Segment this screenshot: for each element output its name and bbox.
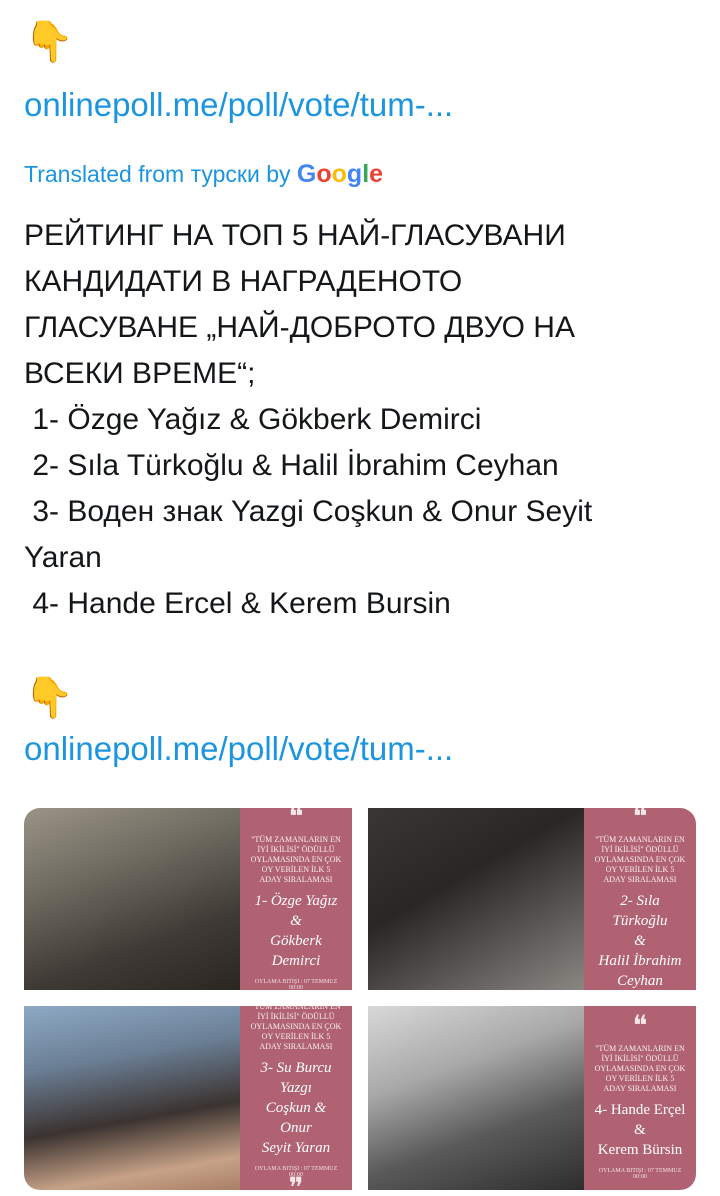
couple-photo — [368, 1006, 584, 1190]
translated-notice[interactable]: Translated from турски by Google — [24, 160, 383, 189]
card-candidate-name: 1- Özge Yağız & Gökberk Demirci — [254, 893, 338, 969]
google-letter: g — [346, 160, 363, 188]
quote-close-icon: ❞ — [288, 1173, 304, 1191]
media-image-1[interactable]: ❝ "TÜM ZAMANLARIN EN İYİ İKİLİSİ" ÖDÜLLÜ… — [24, 808, 352, 990]
couple-photo — [24, 1006, 240, 1190]
card-candidate-name: 3- Su Burcu Yazgı Coşkun & Onur Seyit Ya… — [260, 1060, 332, 1156]
card-caption: "TÜM ZAMANLARIN EN İYİ İKİLİSİ" ÖDÜLLÜ O… — [250, 835, 342, 884]
tweet-line: Yaran — [24, 541, 102, 574]
couple-photo — [368, 808, 584, 990]
tweet-line: КАНДИДАТИ В НАГРАДЕНОТО — [24, 265, 463, 298]
card-candidate-name: 2- Sıla Türkoğlu & Halil İbrahim Ceyhan — [598, 893, 682, 989]
card-candidate-name: 4- Hande Erçel & Kerem Bürsin — [594, 1102, 686, 1158]
couple-photo — [24, 808, 240, 990]
media-image-4[interactable]: ❝ "TÜM ZAMANLARIN EN İYİ İKİLİSİ" ÖDÜLLÜ… — [368, 1006, 696, 1190]
google-letter: o — [331, 160, 347, 188]
card-caption: "TÜM ZAMANLARIN EN İYİ İKİLİSİ" ÖDÜLLÜ O… — [594, 835, 686, 884]
card-footer: OYLAMA BITIŞI : 07 TEMMUZ 00:00 — [598, 1168, 682, 1180]
card-caption: "TÜM ZAMANLARIN EN İYİ İKİLİSİ" ÖDÜLLÜ O… — [250, 1006, 342, 1051]
google-letter: G — [296, 160, 317, 188]
tweet-line: 3- Воден знак Yazgi Coşkun & Onur Seyit — [24, 495, 593, 528]
tweet-line: 2- Sıla Türkoğlu & Halil İbrahim Ceyhan — [24, 449, 559, 482]
poll-card: ❝ "TÜM ZAMANLARIN EN İYİ İKİLİSİ" ÖDÜLLÜ… — [584, 808, 696, 990]
tweet-line: ГЛАСУВАНЕ „НАЙ-ДОБРОТО ДВУО НА — [24, 311, 575, 344]
google-letter: e — [369, 160, 384, 188]
tweet-line: ВСЕКИ ВРЕМЕ“; — [24, 357, 256, 390]
google-logo: Google — [297, 160, 383, 188]
poll-link[interactable]: onlinepoll.me/poll/vote/tum-... — [24, 86, 453, 124]
card-footer: OYLAMA BITIŞI : 07 TEMMUZ 00:00 — [254, 979, 338, 990]
media-image-2[interactable]: ❝ "TÜM ZAMANLARIN EN İYİ İKİLİSİ" ÖDÜLLÜ… — [368, 808, 696, 990]
pointing-down-emoji: 👇 — [24, 676, 74, 720]
poll-card: ❝ "TÜM ZAMANLARIN EN İYİ İKİLİSİ" ÖDÜLLÜ… — [584, 1006, 696, 1190]
tweet-line: РЕЙТИНГ НА ТОП 5 НАЙ-ГЛАСУВАНИ — [24, 219, 566, 252]
translated-label: Translated from турски by — [24, 161, 291, 187]
card-caption: "TÜM ZAMANLARIN EN İYİ İKİLİSİ" ÖDÜLLÜ O… — [594, 1044, 686, 1093]
media-image-3[interactable]: "TÜM ZAMANLARIN EN İYİ İKİLİSİ" ÖDÜLLÜ O… — [24, 1006, 352, 1190]
quote-open-icon: ❝ — [632, 1011, 648, 1042]
poll-card: ❝ "TÜM ZAMANLARIN EN İYİ İKİLİSİ" ÖDÜLLÜ… — [240, 808, 352, 990]
poll-card: "TÜM ZAMANLARIN EN İYİ İKİLİSİ" ÖDÜLLÜ O… — [240, 1006, 352, 1190]
quote-open-icon: ❝ — [632, 808, 648, 833]
tweet-body: РЕЙТИНГ НА ТОП 5 НАЙ-ГЛАСУВАНИ КАНДИДАТИ… — [24, 213, 704, 627]
tweet-line: 4- Hande Ercel & Kerem Bursin — [24, 587, 451, 620]
tweet-line: 1- Özge Yağız & Gökberk Demirci — [24, 403, 482, 436]
google-letter: o — [316, 160, 332, 188]
quote-open-icon: ❝ — [288, 808, 304, 833]
poll-link[interactable]: onlinepoll.me/poll/vote/tum-... — [24, 730, 453, 768]
pointing-down-emoji: 👇 — [24, 20, 74, 64]
